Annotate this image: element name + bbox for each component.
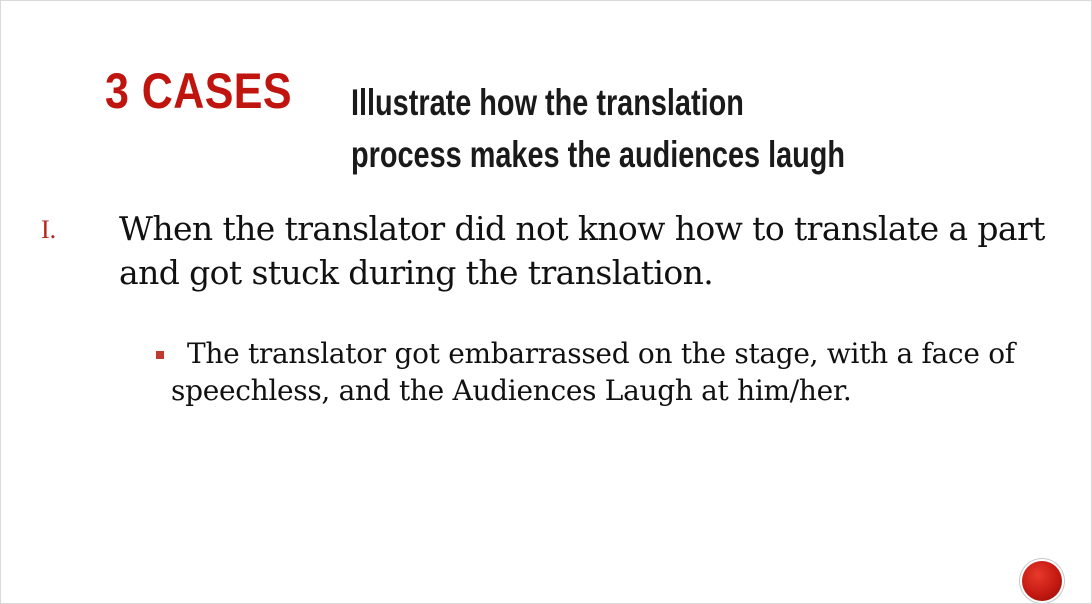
slide-title: 3 CASES — [105, 63, 293, 119]
red-circle-button-icon[interactable] — [1022, 561, 1062, 601]
square-bullet-icon — [156, 351, 164, 359]
slide: 3 CASES Illustrate how the translation p… — [0, 0, 1092, 604]
subpoint-text: The translator got embarrassed on the st… — [171, 337, 1015, 407]
slide-subtitle: Illustrate how the translation process m… — [351, 82, 846, 175]
point-text: When the translator did not know how to … — [119, 209, 1045, 292]
roman-numeral-marker: I. — [41, 215, 57, 244]
